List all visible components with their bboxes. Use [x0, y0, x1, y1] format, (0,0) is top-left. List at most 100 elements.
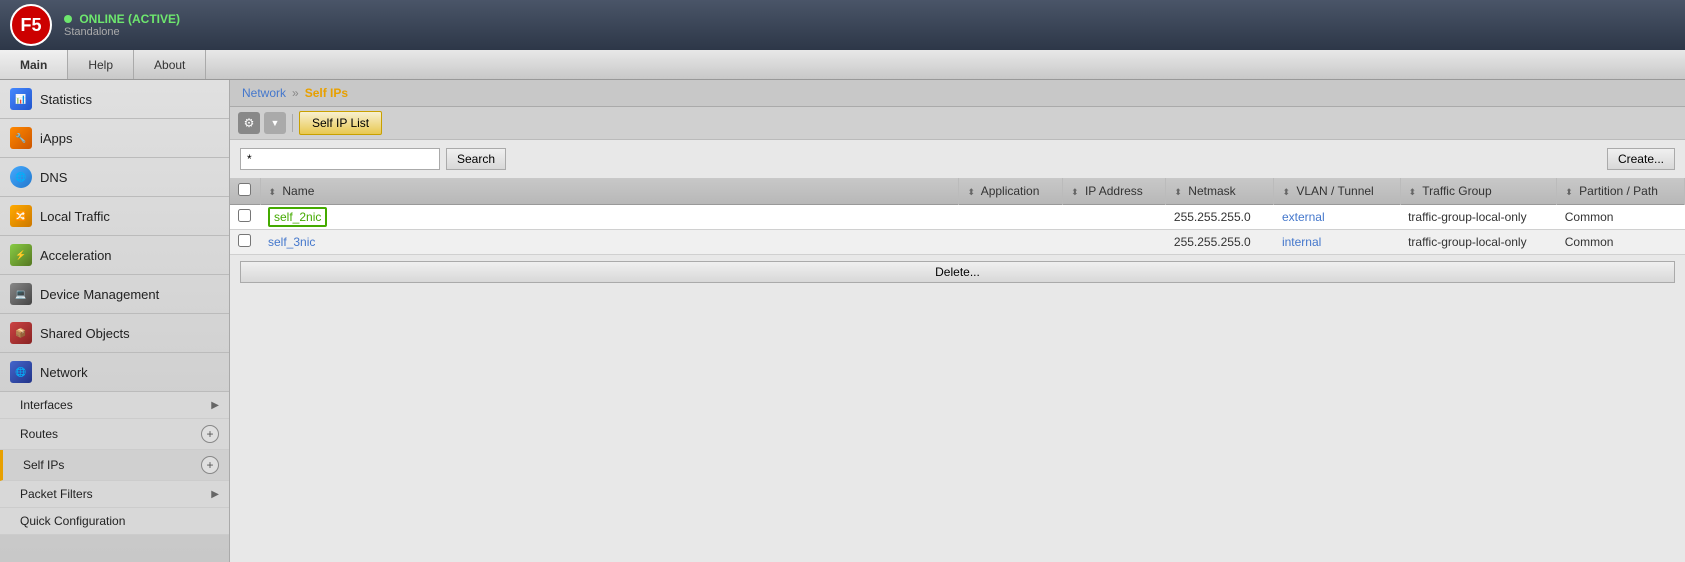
row2-partition-cell: Common: [1557, 230, 1685, 255]
breadcrumb: Network » Self IPs: [230, 80, 1685, 107]
breadcrumb-current: Self IPs: [305, 86, 348, 100]
sidebar-subitem-routes[interactable]: Routes +: [0, 419, 229, 450]
table-row: self_2nic 255.255.255.0 external: [230, 205, 1685, 230]
sidebar-subitem-packet-filters[interactable]: Packet Filters ▶: [0, 481, 229, 508]
network-icon: 🌐: [10, 361, 32, 383]
toolbar-divider: [292, 114, 293, 132]
sidebar-item-acceleration[interactable]: ⚡ Acceleration: [0, 236, 229, 275]
vlan-sort-icon: ⬍: [1282, 187, 1290, 197]
sidebar-item-iapps[interactable]: 🔧 iApps: [0, 119, 229, 158]
sidebar-label-dns: DNS: [40, 170, 67, 185]
sidebar-item-local-traffic[interactable]: 🔀 Local Traffic: [0, 197, 229, 236]
sidebar-label-local-traffic: Local Traffic: [40, 209, 110, 224]
name-sort-icon: ⬍: [269, 187, 277, 197]
nav-tabs: Main Help About: [0, 50, 1685, 80]
row1-partition-cell: Common: [1557, 205, 1685, 230]
tab-about[interactable]: About: [134, 50, 206, 79]
tab-help[interactable]: Help: [68, 50, 134, 79]
table-header-application[interactable]: ⬍ Application: [959, 178, 1063, 205]
search-input[interactable]: [240, 148, 440, 170]
create-button[interactable]: Create...: [1607, 148, 1675, 170]
table-header-netmask[interactable]: ⬍ Netmask: [1166, 178, 1274, 205]
row2-vlan-cell: internal: [1274, 230, 1400, 255]
row1-vlan-cell: external: [1274, 205, 1400, 230]
delete-button[interactable]: Delete...: [240, 261, 1675, 283]
sidebar-label-acceleration: Acceleration: [40, 248, 112, 263]
sidebar-label-network: Network: [40, 365, 88, 380]
sidebar-item-network[interactable]: 🌐 Network: [0, 353, 229, 392]
top-header: F5 ONLINE (ACTIVE) Standalone: [0, 0, 1685, 50]
application-sort-icon: ⬍: [967, 187, 975, 197]
sidebar-item-statistics[interactable]: 📊 Statistics: [0, 80, 229, 119]
row2-application-cell: [959, 230, 1063, 255]
row1-netmask-cell: 255.255.255.0: [1166, 205, 1274, 230]
search-left: Search: [240, 148, 506, 170]
selfips-plus-icon: +: [201, 456, 219, 474]
toolbar: ⚙ ▼ Self IP List: [230, 107, 1685, 140]
status-standalone: Standalone: [64, 26, 180, 38]
row2-ip-cell: [1063, 230, 1166, 255]
partition-sort-icon: ⬍: [1565, 187, 1573, 197]
sidebar-subitem-interfaces[interactable]: Interfaces ▶: [0, 392, 229, 419]
table-header-name[interactable]: ⬍ Name: [260, 178, 959, 205]
sidebar-subitem-quickconfig-label: Quick Configuration: [20, 514, 125, 528]
table-header-traffic-group[interactable]: ⬍ Traffic Group: [1400, 178, 1557, 205]
netmask-sort-icon: ⬍: [1174, 187, 1182, 197]
table-header-vlan-tunnel[interactable]: ⬍ VLAN / Tunnel: [1274, 178, 1400, 205]
sidebar-item-dns[interactable]: 🌐 DNS: [0, 158, 229, 197]
self-ip-list-tab[interactable]: Self IP List: [299, 111, 382, 135]
device-management-icon: 💻: [10, 283, 32, 305]
table-header-ip-address[interactable]: ⬍ IP Address: [1063, 178, 1166, 205]
select-all-checkbox[interactable]: [238, 183, 251, 196]
table-body: self_2nic 255.255.255.0 external: [230, 205, 1685, 255]
acceleration-icon: ⚡: [10, 244, 32, 266]
sidebar: 📊 Statistics 🔧 iApps 🌐 DNS 🔀 Local Traff…: [0, 80, 230, 562]
row1-name-link[interactable]: self_2nic: [268, 207, 327, 227]
sidebar-subitem-quick-config[interactable]: Quick Configuration: [0, 508, 229, 535]
breadcrumb-network[interactable]: Network: [242, 86, 286, 100]
row1-checkbox-cell: [230, 205, 260, 230]
search-bar: Search Create...: [230, 140, 1685, 178]
sidebar-label-shared-objects: Shared Objects: [40, 326, 130, 341]
table-header-checkbox-cell: [230, 178, 260, 205]
sidebar-label-statistics: Statistics: [40, 92, 92, 107]
sidebar-subitem-interfaces-label: Interfaces: [20, 398, 73, 412]
sidebar-subitem-packetfilters-label: Packet Filters: [20, 487, 93, 501]
sidebar-subitem-self-ips[interactable]: Self IPs +: [0, 450, 229, 481]
f5-logo: F5: [10, 4, 52, 46]
sidebar-subitem-selfips-label: Self IPs: [23, 458, 64, 472]
breadcrumb-arrow: »: [292, 86, 299, 100]
sidebar-subitem-routes-label: Routes: [20, 427, 58, 441]
sidebar-label-iapps: iApps: [40, 131, 73, 146]
table-header-partition-path[interactable]: ⬍ Partition / Path: [1557, 178, 1685, 205]
main-layout: 📊 Statistics 🔧 iApps 🌐 DNS 🔀 Local Traff…: [0, 80, 1685, 562]
row2-netmask-cell: 255.255.255.0: [1166, 230, 1274, 255]
table-header-row: ⬍ Name ⬍ Application ⬍ IP Address ⬍: [230, 178, 1685, 205]
row1-checkbox[interactable]: [238, 209, 251, 222]
sidebar-item-device-management[interactable]: 💻 Device Management: [0, 275, 229, 314]
dropdown-arrow-button[interactable]: ▼: [264, 112, 286, 134]
ip-sort-icon: ⬍: [1071, 187, 1079, 197]
row2-name-cell: self_3nic: [260, 230, 959, 255]
row1-vlan-link[interactable]: external: [1282, 210, 1325, 224]
self-ip-table: ⬍ Name ⬍ Application ⬍ IP Address ⬍: [230, 178, 1685, 255]
row1-ip-cell: [1063, 205, 1166, 230]
gear-button[interactable]: ⚙: [238, 112, 260, 134]
row1-traffic-group-cell: traffic-group-local-only: [1400, 205, 1557, 230]
traffic-sort-icon: ⬍: [1409, 187, 1417, 197]
row2-vlan-link[interactable]: internal: [1282, 235, 1321, 249]
row2-traffic-group-cell: traffic-group-local-only: [1400, 230, 1557, 255]
local-traffic-icon: 🔀: [10, 205, 32, 227]
sidebar-label-device-management: Device Management: [40, 287, 159, 302]
status-block: ONLINE (ACTIVE) Standalone: [64, 12, 180, 38]
table-row: self_3nic 255.255.255.0 internal: [230, 230, 1685, 255]
row1-application-cell: [959, 205, 1063, 230]
shared-objects-icon: 📦: [10, 322, 32, 344]
tab-main[interactable]: Main: [0, 50, 68, 79]
dns-icon: 🌐: [10, 166, 32, 188]
row2-checkbox[interactable]: [238, 234, 251, 247]
row2-name-link[interactable]: self_3nic: [268, 235, 315, 249]
search-button[interactable]: Search: [446, 148, 506, 170]
sidebar-item-shared-objects[interactable]: 📦 Shared Objects: [0, 314, 229, 353]
table-wrapper: ⬍ Name ⬍ Application ⬍ IP Address ⬍: [230, 178, 1685, 255]
